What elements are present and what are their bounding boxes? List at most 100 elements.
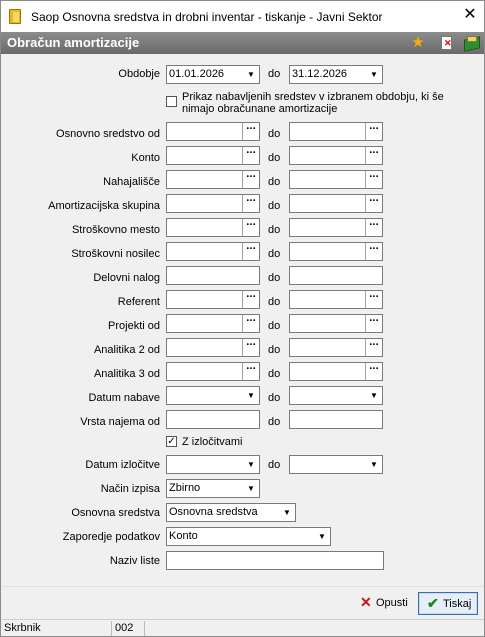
konto-from-input[interactable]: ··· — [166, 146, 260, 165]
browse-icon[interactable]: ··· — [242, 195, 259, 212]
app-icon — [9, 9, 21, 24]
cancel-button[interactable]: ✕ Opusti — [356, 592, 410, 615]
browse-icon[interactable]: ··· — [365, 195, 382, 212]
amortizacijska-skupina-from-input[interactable]: ··· — [166, 194, 260, 213]
row-label: Analitika 3 od — [93, 368, 160, 380]
naziv-liste-input[interactable] — [166, 551, 384, 570]
osnovna-sredstva-select[interactable]: Osnovna sredstva ▼ — [166, 503, 296, 522]
delovni-nalog-to-input[interactable] — [289, 266, 383, 285]
strosokovni-nosilec-to-input[interactable]: ··· — [289, 242, 383, 261]
browse-icon[interactable]: ··· — [365, 339, 382, 356]
obdobje-to-value: 31.12.2026 — [292, 68, 348, 80]
browse-icon[interactable]: ··· — [365, 291, 382, 308]
prikaz-label-line1: Prikaz nabavljenih sredstev v izbranem o… — [182, 91, 444, 103]
strosokovno-mesto-to-input[interactable]: ··· — [289, 218, 383, 237]
referent-from-input[interactable]: ··· — [166, 290, 260, 309]
do-label: do — [268, 459, 281, 471]
dialog-footer: ✕ Opusti ✔ Tiskaj — [2, 586, 484, 619]
analitika-3-from-input[interactable]: ··· — [166, 362, 260, 381]
row-label: Delovni nalog — [93, 272, 160, 284]
browse-icon[interactable]: ··· — [242, 147, 259, 164]
zaporedje-label: Zaporedje podatkov — [62, 531, 160, 543]
browse-icon[interactable]: ··· — [365, 123, 382, 140]
osnovno-sredstvo-from-input[interactable]: ··· — [166, 122, 260, 141]
chevron-down-icon[interactable]: ▼ — [366, 66, 382, 83]
datum-izlocitve-from-select[interactable]: ▼ — [166, 455, 260, 474]
row-label: Amortizacijska skupina — [48, 200, 160, 212]
analitika-2-from-input[interactable]: ··· — [166, 338, 260, 357]
amortizacijska-skupina-to-input[interactable]: ··· — [289, 194, 383, 213]
strosokovni-nosilec-from-input[interactable]: ··· — [166, 242, 260, 261]
do-label: do — [268, 320, 281, 332]
close-icon[interactable]: ✕ — [463, 6, 477, 24]
browse-icon[interactable]: ··· — [242, 315, 259, 332]
obdobje-from-field[interactable]: 01.01.2026 ▼ — [166, 65, 260, 84]
projekti-to-input[interactable]: ··· — [289, 314, 383, 333]
datum-nabave-from-select[interactable]: ▼ — [166, 386, 260, 405]
browse-icon[interactable]: ··· — [365, 363, 382, 380]
browse-icon[interactable]: ··· — [242, 339, 259, 356]
chevron-down-icon[interactable]: ▼ — [243, 456, 259, 473]
book-icon[interactable] — [463, 34, 481, 52]
konto-to-input[interactable]: ··· — [289, 146, 383, 165]
row-label: Vrsta najema od — [80, 416, 160, 428]
obdobje-to-field[interactable]: 31.12.2026 ▼ — [289, 65, 383, 84]
do-label: do — [268, 224, 281, 236]
prikaz-checkbox[interactable] — [166, 96, 177, 107]
chevron-down-icon[interactable]: ▼ — [243, 387, 259, 404]
row-label: Nahajališče — [103, 176, 160, 188]
row-label: Datum nabave — [88, 392, 160, 404]
browse-icon[interactable]: ··· — [242, 291, 259, 308]
filter-form: Obdobje 01.01.2026 ▼ do 31.12.2026 ▼ Pri… — [2, 54, 484, 586]
strosokovno-mesto-from-input[interactable]: ··· — [166, 218, 260, 237]
cancel-button-label: Opusti — [376, 597, 408, 609]
browse-icon[interactable]: ··· — [365, 219, 382, 236]
browse-icon[interactable]: ··· — [242, 243, 259, 260]
browse-icon[interactable]: ··· — [365, 171, 382, 188]
browse-icon[interactable]: ··· — [242, 123, 259, 140]
chevron-down-icon[interactable]: ▼ — [243, 480, 259, 497]
naziv-liste-label: Naziv liste — [109, 555, 160, 567]
projekti-from-input[interactable]: ··· — [166, 314, 260, 333]
analitika-3-to-input[interactable]: ··· — [289, 362, 383, 381]
chevron-down-icon[interactable]: ▼ — [279, 504, 295, 521]
referent-to-input[interactable]: ··· — [289, 290, 383, 309]
vrsta-najema-to-input[interactable] — [289, 410, 383, 429]
browse-icon[interactable]: ··· — [365, 147, 382, 164]
datum-nabave-to-select[interactable]: ▼ — [289, 386, 383, 405]
browse-icon[interactable]: ··· — [242, 171, 259, 188]
datum-izlocitve-to-select[interactable]: ▼ — [289, 455, 383, 474]
zaporedje-value: Konto — [169, 530, 198, 542]
section-title: Obračun amortizacije — [7, 35, 140, 50]
browse-icon[interactable]: ··· — [365, 243, 382, 260]
do-label: do — [268, 368, 281, 380]
obdobje-label: Obdobje — [118, 68, 160, 80]
datum-izlocitve-label: Datum izločitve — [85, 459, 160, 471]
nacin-izpisa-select[interactable]: Zbirno ▼ — [166, 479, 260, 498]
nahajalisce-to-input[interactable]: ··· — [289, 170, 383, 189]
chevron-down-icon[interactable]: ▼ — [366, 456, 382, 473]
izlocitve-checkbox[interactable]: ✓ — [166, 436, 177, 447]
browse-icon[interactable]: ··· — [365, 315, 382, 332]
do-label: do — [268, 200, 281, 212]
document-delete-icon[interactable]: ✕ — [438, 34, 456, 52]
osnovno-sredstvo-to-input[interactable]: ··· — [289, 122, 383, 141]
osnovna-sredstva-value: Osnovna sredstva — [169, 506, 258, 518]
chevron-down-icon[interactable]: ▼ — [243, 66, 259, 83]
delovni-nalog-from-input[interactable] — [166, 266, 260, 285]
print-button[interactable]: ✔ Tiskaj — [418, 592, 478, 615]
browse-icon[interactable]: ··· — [242, 219, 259, 236]
chevron-down-icon[interactable]: ▼ — [314, 528, 330, 545]
star-icon[interactable]: ★ — [409, 34, 427, 52]
do-label: do — [268, 248, 281, 260]
vrsta-najema-from-input[interactable] — [166, 410, 260, 429]
prikaz-checkbox-label: Prikaz nabavljenih sredstev v izbranem o… — [182, 91, 444, 115]
zaporedje-select[interactable]: Konto ▼ — [166, 527, 331, 546]
chevron-down-icon[interactable]: ▼ — [366, 387, 382, 404]
analitika-2-to-input[interactable]: ··· — [289, 338, 383, 357]
nacin-izpisa-label: Način izpisa — [100, 483, 160, 495]
nahajalisce-from-input[interactable]: ··· — [166, 170, 260, 189]
browse-icon[interactable]: ··· — [242, 363, 259, 380]
row-label: Konto — [131, 152, 160, 164]
row-label: Stroškovno mesto — [71, 224, 160, 236]
